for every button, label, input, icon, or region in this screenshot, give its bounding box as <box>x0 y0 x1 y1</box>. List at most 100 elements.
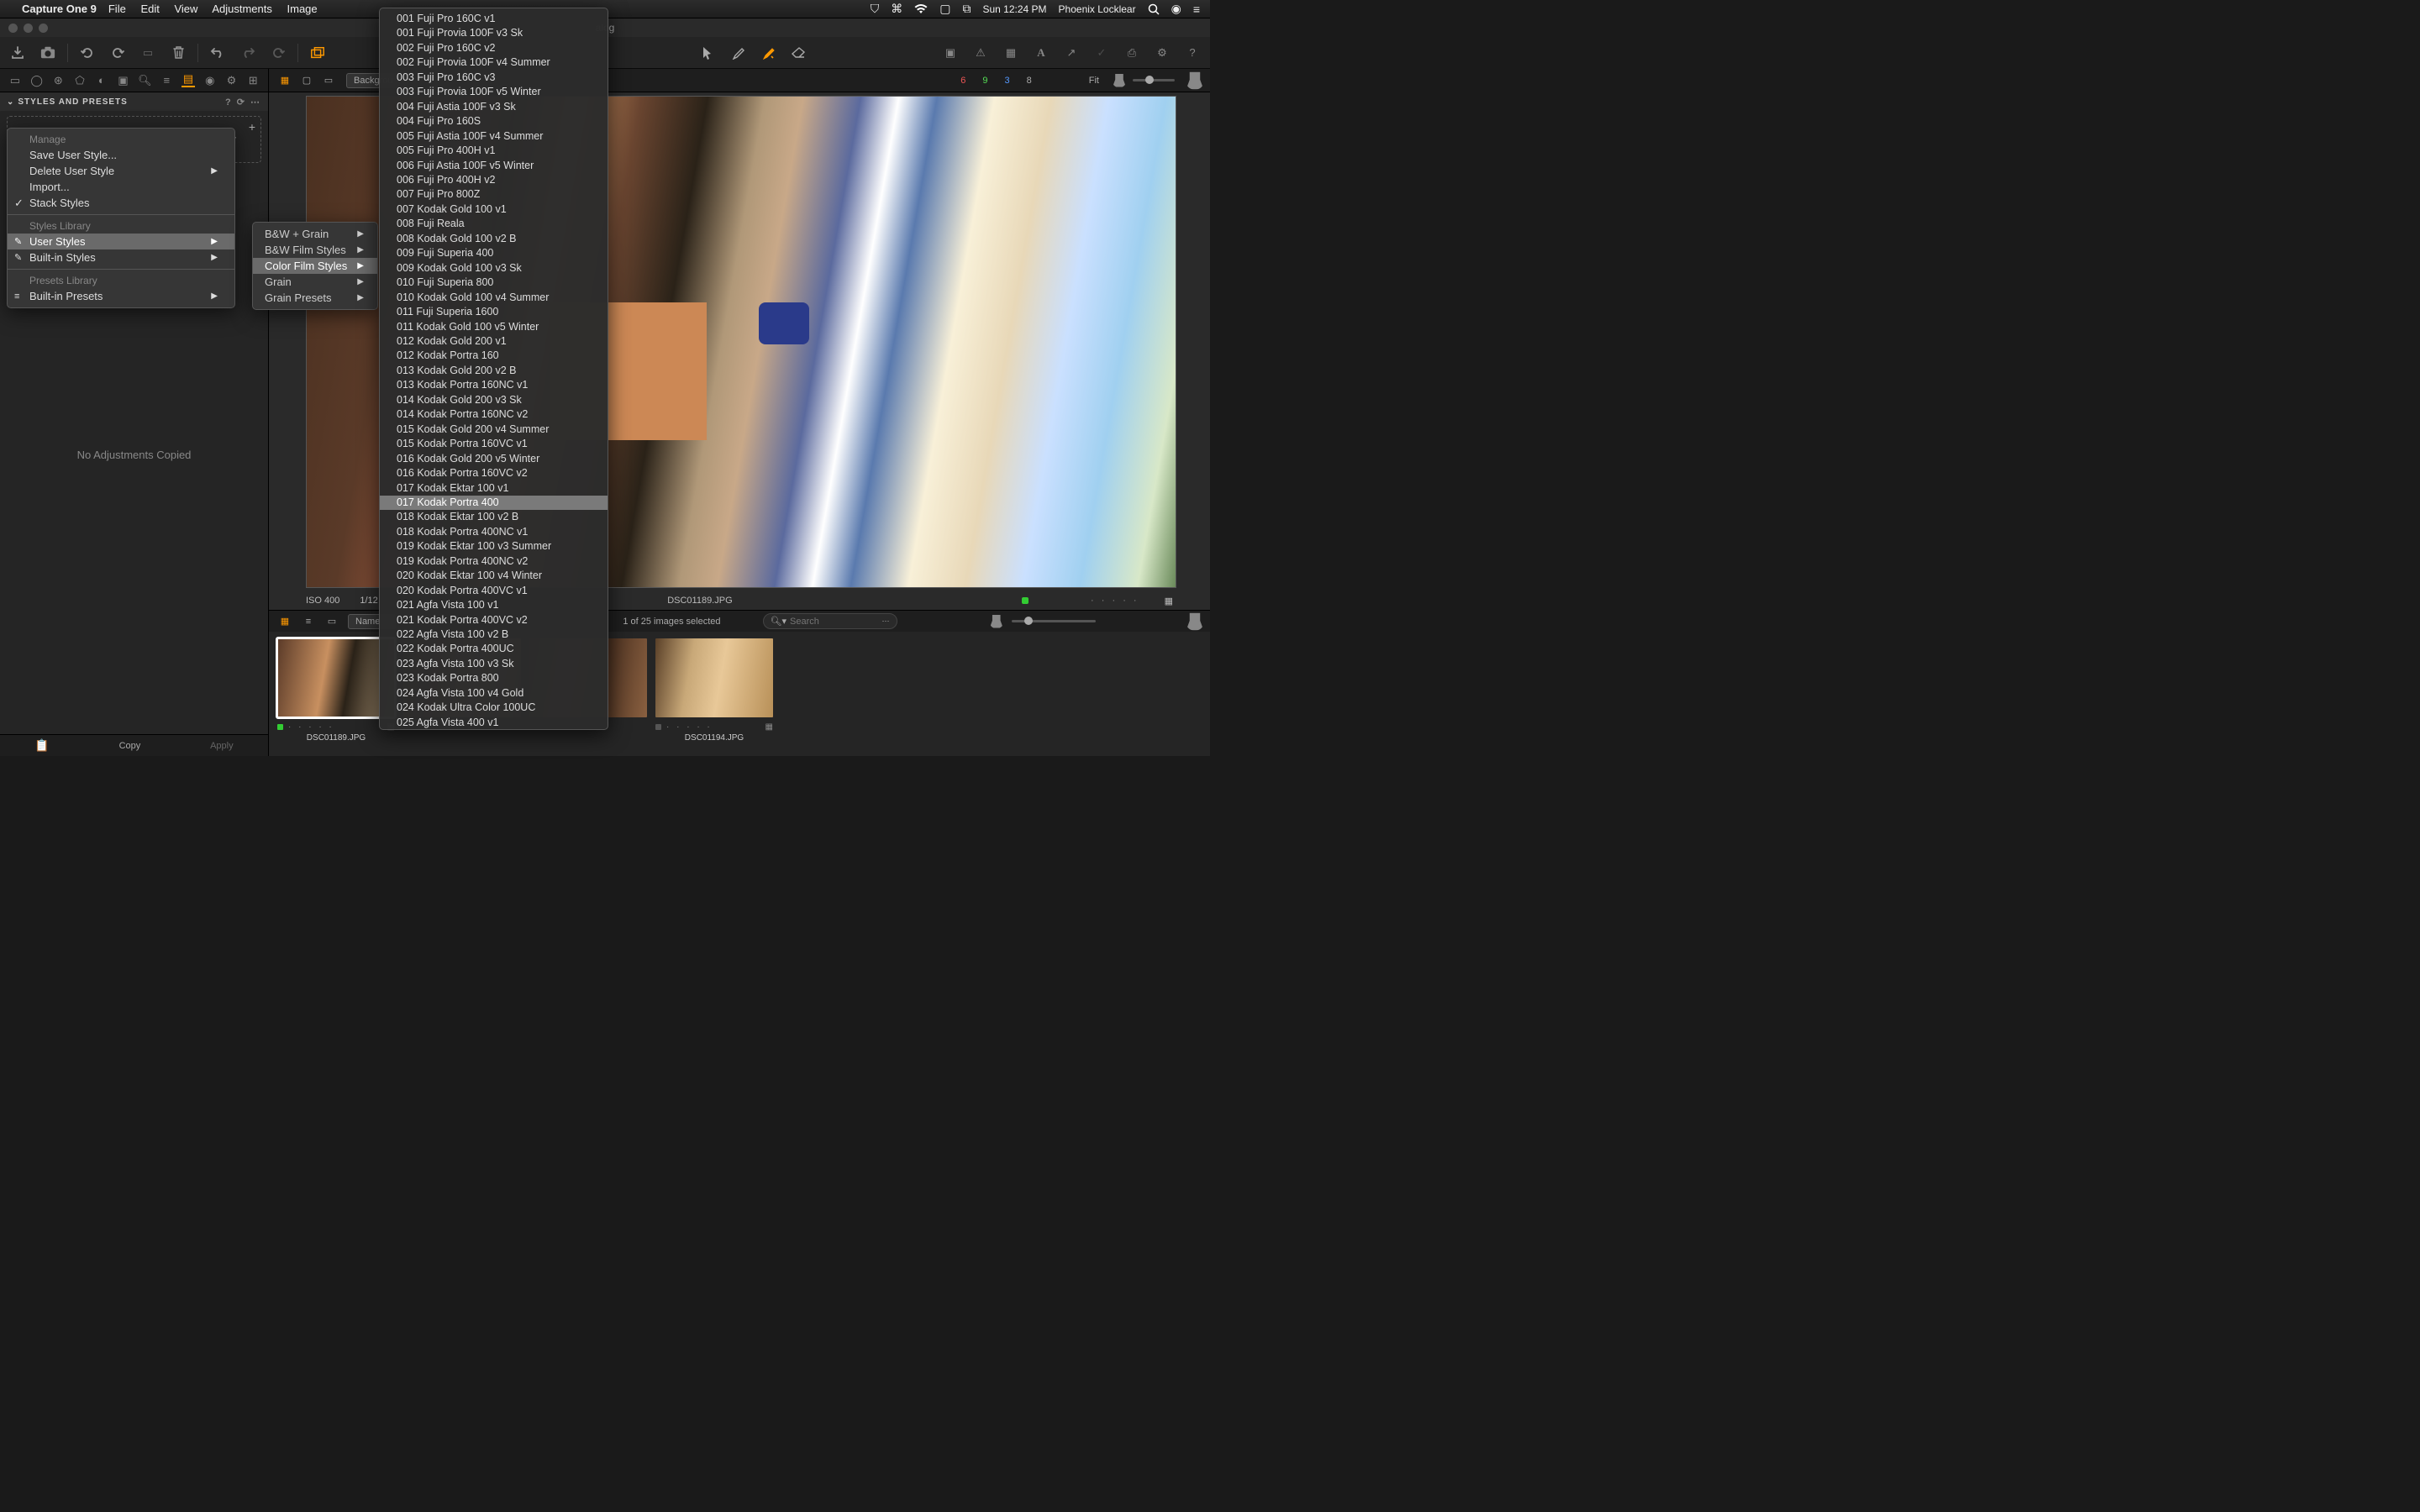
adjustments-tab-icon[interactable]: ▤ <box>182 74 195 87</box>
style-item[interactable]: 016 Kodak Portra 160VC v2 <box>380 466 608 480</box>
cm-user-styles[interactable]: ✎User Styles▶ <box>8 234 234 249</box>
style-item[interactable]: 019 Kodak Ektar 100 v3 Summer <box>380 539 608 554</box>
single-view-icon[interactable]: ▢ <box>299 75 314 87</box>
filter-red[interactable]: 6 <box>960 76 965 86</box>
close-button[interactable] <box>8 24 18 33</box>
filter-blue[interactable]: 3 <box>1005 76 1010 86</box>
grid-icon[interactable]: ▦ <box>1003 45 1018 60</box>
style-item[interactable]: 008 Kodak Gold 100 v2 B <box>380 232 608 246</box>
search-input[interactable] <box>790 617 874 627</box>
filter-green[interactable]: 9 <box>982 76 987 86</box>
menu-edit[interactable]: Edit <box>140 3 159 15</box>
browser-grid-icon[interactable]: ▦ <box>277 616 292 627</box>
style-item[interactable]: 016 Kodak Gold 200 v5 Winter <box>380 452 608 466</box>
style-item[interactable]: 013 Kodak Portra 160NC v1 <box>380 378 608 392</box>
style-item[interactable]: 001 Fuji Pro 160C v1 <box>380 12 608 26</box>
check-icon[interactable]: ✓ <box>1094 45 1109 60</box>
clock[interactable]: Sun 12:24 PM <box>982 3 1046 15</box>
submenu-bw-grain[interactable]: B&W + Grain▶ <box>253 226 377 242</box>
filmstrip-view-icon[interactable]: ▭ <box>321 75 336 87</box>
style-item[interactable]: 004 Fuji Pro 160S <box>380 114 608 129</box>
shield-icon[interactable]: ⛉ <box>871 2 880 16</box>
style-item[interactable]: 018 Kodak Portra 400NC v1 <box>380 525 608 539</box>
submenu-grain-presets[interactable]: Grain Presets▶ <box>253 290 377 306</box>
cm-import[interactable]: Import... <box>8 179 234 195</box>
color-tag[interactable] <box>1022 597 1028 604</box>
style-item[interactable]: 010 Fuji Superia 800 <box>380 276 608 290</box>
rotate-left-icon[interactable] <box>80 45 95 60</box>
style-item[interactable]: 014 Kodak Gold 200 v3 Sk <box>380 393 608 407</box>
trash-icon[interactable] <box>171 45 186 60</box>
style-item[interactable]: 019 Kodak Portra 400NC v2 <box>380 554 608 569</box>
style-item[interactable]: 014 Kodak Portra 160NC v2 <box>380 407 608 422</box>
grid-toggle-icon[interactable]: ▦ <box>1165 596 1173 606</box>
apply-button[interactable]: Apply <box>210 741 234 751</box>
batch-tab-icon[interactable]: ⚙ <box>225 74 239 87</box>
style-item[interactable]: 003 Fuji Pro 160C v3 <box>380 71 608 85</box>
quick-tab-icon[interactable]: ⊞ <box>246 74 260 87</box>
cm-builtin-presets[interactable]: ≡Built-in Presets▶ <box>8 288 234 304</box>
submenu-bw-film[interactable]: B&W Film Styles▶ <box>253 242 377 258</box>
style-item[interactable]: 017 Kodak Portra 400 <box>380 496 608 510</box>
style-item[interactable]: 022 Agfa Vista 100 v2 B <box>380 627 608 642</box>
style-item[interactable]: 007 Kodak Gold 100 v1 <box>380 202 608 217</box>
style-item[interactable]: 008 Fuji Reala <box>380 217 608 231</box>
pin-icon[interactable]: ↗ <box>1064 45 1079 60</box>
browser-film-icon[interactable]: ▭ <box>324 616 339 627</box>
menu-adjustments[interactable]: Adjustments <box>212 3 272 15</box>
search-box[interactable]: 🔍︎▾ ⋯ <box>763 613 897 629</box>
style-item[interactable]: 012 Kodak Portra 160 <box>380 349 608 363</box>
submenu-color-film[interactable]: Color Film Styles▶ <box>253 258 377 274</box>
exposure-tab-icon[interactable]: ◐ <box>95 74 108 87</box>
thumbnail[interactable]: · · · · ·▦ DSC01194.JPG <box>655 638 773 743</box>
menu-view[interactable]: View <box>174 3 197 15</box>
output-tab-icon[interactable]: ◉ <box>203 74 217 87</box>
capture-icon[interactable] <box>40 45 55 60</box>
reset-icon[interactable] <box>271 45 286 60</box>
style-item[interactable]: 005 Fuji Pro 400H v1 <box>380 144 608 158</box>
cursor-icon[interactable] <box>700 45 715 60</box>
style-item[interactable]: 018 Kodak Ektar 100 v2 B <box>380 510 608 524</box>
style-item[interactable]: 025 Agfa Vista 400 v1 <box>380 716 608 730</box>
zoom-slider[interactable] <box>1133 79 1175 81</box>
browser-list-icon[interactable]: ≡ <box>301 616 316 627</box>
thumb-size-slider[interactable] <box>1012 620 1096 622</box>
thumb-small-icon[interactable] <box>990 615 1003 628</box>
cm-delete-user-style[interactable]: Delete User Style▶ <box>8 163 234 179</box>
style-item[interactable]: 017 Kodak Ektar 100 v1 <box>380 481 608 496</box>
menu-icon[interactable]: ≡ <box>1193 3 1200 16</box>
color-tab-icon[interactable]: ⬠ <box>73 74 87 87</box>
style-item[interactable]: 005 Fuji Astia 100F v4 Summer <box>380 129 608 144</box>
variants-icon[interactable] <box>310 45 325 60</box>
clipboard-icon[interactable]: 📋 <box>34 738 49 753</box>
style-item[interactable]: 004 Fuji Astia 100F v3 Sk <box>380 100 608 114</box>
library-tab-icon[interactable]: ▭ <box>8 74 22 87</box>
add-icon[interactable]: + <box>249 120 255 134</box>
style-item[interactable]: 007 Fuji Pro 800Z <box>380 187 608 202</box>
style-item[interactable]: 015 Kodak Portra 160VC v1 <box>380 437 608 451</box>
user-name[interactable]: Phoenix Locklear <box>1059 3 1136 15</box>
style-item[interactable]: 011 Kodak Gold 100 v5 Winter <box>380 320 608 334</box>
style-item[interactable]: 002 Fuji Pro 160C v2 <box>380 41 608 55</box>
style-item[interactable]: 011 Fuji Superia 1600 <box>380 305 608 319</box>
submenu-grain[interactable]: Grain▶ <box>253 274 377 290</box>
style-item[interactable]: 022 Kodak Portra 400UC <box>380 642 608 656</box>
style-item[interactable]: 012 Kodak Gold 200 v1 <box>380 334 608 349</box>
spotlight-icon[interactable] <box>1148 3 1160 15</box>
style-item[interactable]: 015 Kodak Gold 200 v4 Summer <box>380 423 608 437</box>
rating-stars[interactable]: · · · · · <box>1091 596 1139 606</box>
avatar-icon[interactable] <box>1113 74 1126 87</box>
warning-icon[interactable]: ⚠ <box>973 45 988 60</box>
thumbnail[interactable]: · · · · ·▦ DSC01189.JPG <box>277 638 395 743</box>
airplay-icon[interactable]: ▢ <box>939 2 950 16</box>
style-item[interactable]: 006 Fuji Pro 400H v2 <box>380 173 608 187</box>
import-icon[interactable] <box>10 45 25 60</box>
lens-tab-icon[interactable]: ⊛ <box>51 74 65 87</box>
zoom-button[interactable] <box>39 24 48 33</box>
filter-white[interactable]: 8 <box>1027 76 1032 86</box>
siri-icon[interactable]: ◉ <box>1171 2 1181 16</box>
style-item[interactable]: 020 Kodak Portra 400VC v1 <box>380 584 608 598</box>
crop-tab-icon[interactable]: ▣ <box>117 74 130 87</box>
cm-builtin-styles[interactable]: ✎Built-in Styles▶ <box>8 249 234 265</box>
menu-file[interactable]: File <box>108 3 126 15</box>
